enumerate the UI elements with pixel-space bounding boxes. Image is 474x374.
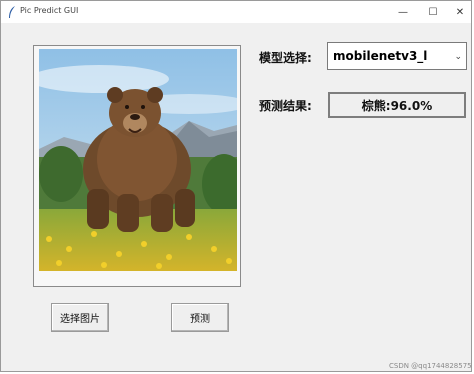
select-image-button[interactable]: 选择图片 (51, 303, 109, 332)
predict-button[interactable]: 预测 (171, 303, 229, 332)
app-window: Pic Predict GUI — ☐ ✕ 模型选择: mobilenetv3_… (0, 0, 472, 372)
model-select-value: mobilenetv3_l (333, 49, 428, 63)
bear-photo (39, 49, 237, 271)
close-button[interactable]: ✕ (444, 1, 474, 23)
prediction-result-label: 预测结果: (259, 99, 312, 113)
title-bar: Pic Predict GUI — ☐ ✕ (1, 1, 471, 23)
watermark: CSDN @qq1744828575 (389, 362, 472, 370)
bear-image (39, 49, 237, 271)
model-select-label: 模型选择: (259, 51, 312, 65)
feather-icon (9, 6, 15, 18)
minimize-button[interactable]: — (387, 1, 419, 23)
image-display (33, 45, 241, 287)
model-select[interactable]: mobilenetv3_l ⌄ (327, 42, 467, 70)
chevron-down-icon: ⌄ (454, 52, 462, 62)
window-title: Pic Predict GUI (20, 6, 79, 15)
prediction-result-value: 棕熊:96.0% (328, 92, 466, 118)
